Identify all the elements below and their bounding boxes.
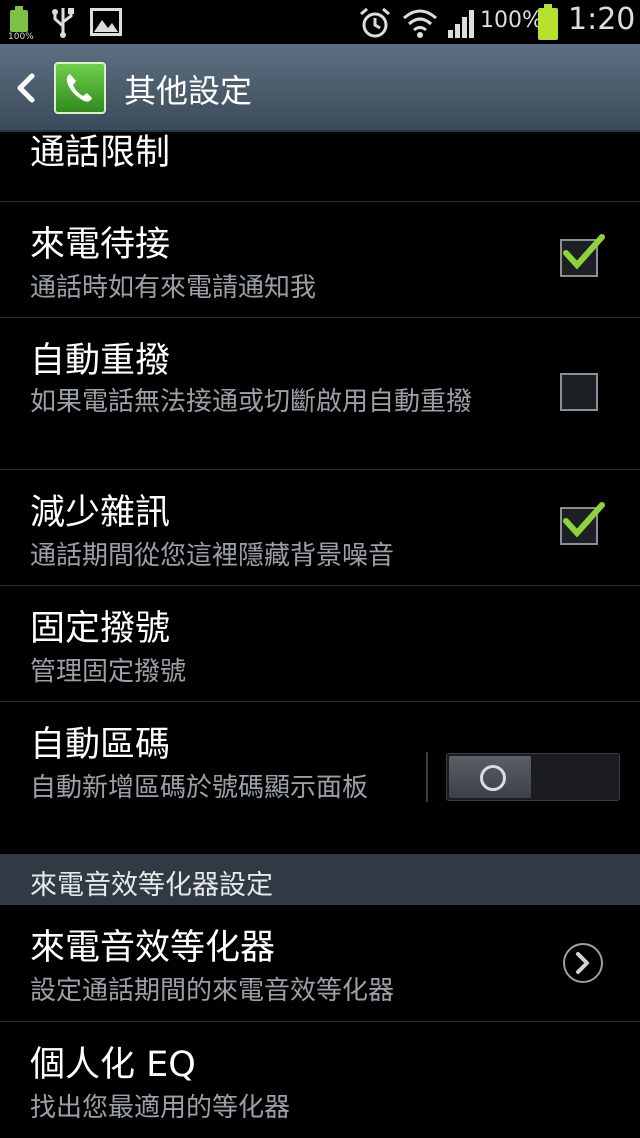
list-item-personal-eq[interactable]: 個人化 EQ 找出您最適用的等化器 xyxy=(0,1022,640,1138)
wifi-icon xyxy=(402,6,438,40)
checkbox-noise-reduction[interactable] xyxy=(560,502,605,545)
alarm-icon xyxy=(358,6,392,40)
item-summary: 自動新增區碼於號碼顯示面板 xyxy=(30,773,369,803)
section-header: 來電音效等化器設定 xyxy=(0,855,640,905)
phone-app-icon[interactable] xyxy=(54,62,106,114)
item-title: 來電音效等化器 xyxy=(30,928,276,968)
list-item-auto-redial[interactable]: 自動重撥 如果電話無法接通或切斷啟用自動重撥 xyxy=(0,318,640,470)
item-title: 來電待接 xyxy=(30,225,171,265)
back-arrow-icon[interactable] xyxy=(6,64,44,112)
divider xyxy=(426,752,428,802)
battery-percent: 100% xyxy=(480,8,543,33)
toggle-knob[interactable] xyxy=(449,756,531,798)
list-item-noise-reduction[interactable]: 減少雜訊 通話期間從您這裡隱藏背景噪音 xyxy=(0,470,640,586)
battery-level-text: 100% xyxy=(8,32,34,42)
signal-icon xyxy=(446,8,478,38)
item-title: 減少雜訊 xyxy=(30,493,171,533)
toggle-auto-area-code[interactable] xyxy=(446,753,620,801)
usb-icon xyxy=(48,6,78,38)
item-title: 自動區碼 xyxy=(30,725,171,765)
item-summary: 管理固定撥號 xyxy=(30,657,187,687)
checkbox-call-waiting[interactable] xyxy=(560,234,605,277)
status-bar: 100% 100% 1:20 xyxy=(0,0,640,44)
list-item-call-waiting[interactable]: 來電待接 通話時如有來電請通知我 xyxy=(0,202,640,318)
item-title: 個人化 EQ xyxy=(30,1045,196,1085)
screen-title: 其他設定 xyxy=(124,72,253,110)
section-header-label: 來電音效等化器設定 xyxy=(30,870,273,901)
item-summary: 設定通話期間的來電音效等化器 xyxy=(30,976,395,1006)
item-title: 通話限制 xyxy=(30,133,171,173)
image-icon xyxy=(90,8,122,36)
checkbox-auto-redial[interactable] xyxy=(560,373,598,411)
chevron-right-icon[interactable] xyxy=(563,943,603,983)
item-summary: 找出您最適用的等化器 xyxy=(30,1093,291,1123)
list-item-call-equalizer[interactable]: 來電音效等化器 設定通話期間的來電音效等化器 xyxy=(0,905,640,1022)
list-item-auto-area-code[interactable]: 自動區碼 自動新增區碼於號碼顯示面板 xyxy=(0,702,640,855)
battery-icon xyxy=(537,4,559,40)
battery-icon: 100% xyxy=(8,6,34,42)
clock: 1:20 xyxy=(568,2,636,37)
list-item-call-barring[interactable]: 通話限制 xyxy=(0,130,640,202)
item-title: 自動重撥 xyxy=(30,341,171,381)
item-title: 固定撥號 xyxy=(30,609,171,649)
action-bar: 其他設定 xyxy=(0,44,640,132)
item-summary: 如果電話無法接通或切斷啟用自動重撥 xyxy=(30,387,473,417)
item-summary: 通話時如有來電請通知我 xyxy=(30,273,317,303)
list-item-fixed-dialing[interactable]: 固定撥號 管理固定撥號 xyxy=(0,586,640,702)
item-summary: 通話期間從您這裡隱藏背景噪音 xyxy=(30,541,395,571)
